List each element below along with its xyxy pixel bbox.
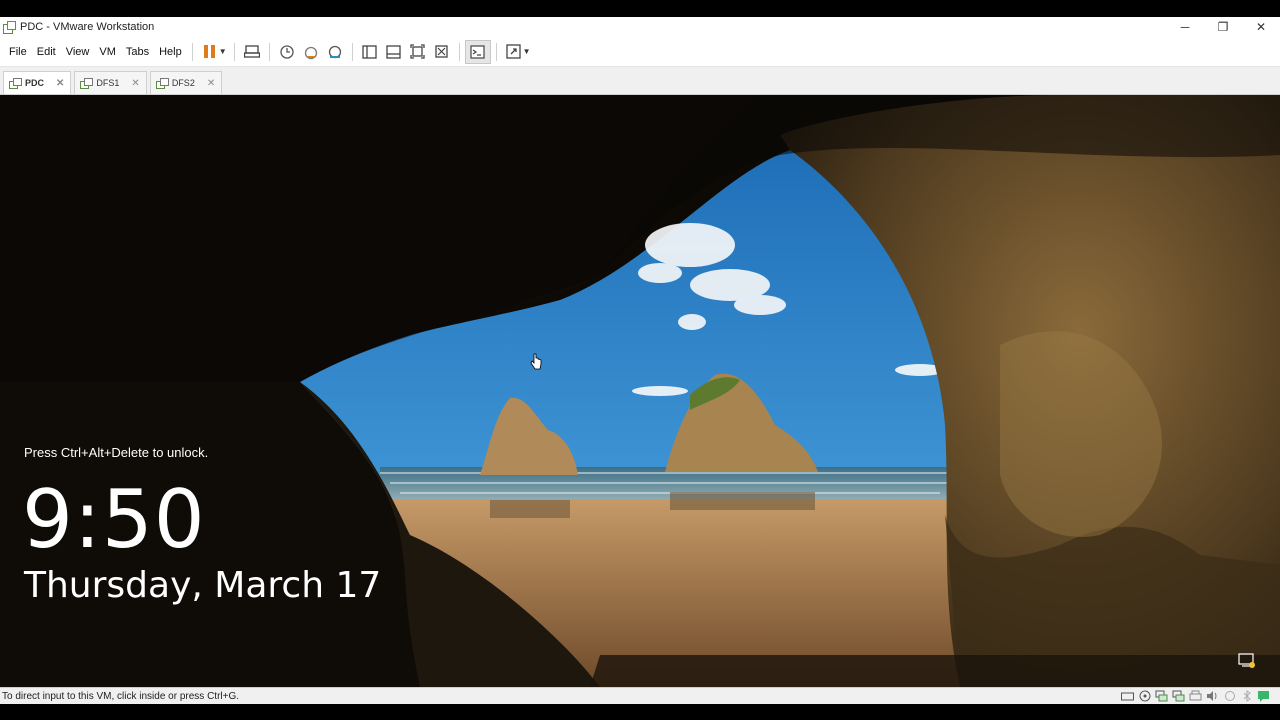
menu-bar: File Edit View VM Tabs Help ▼ ▼ (0, 37, 1280, 67)
tab-label: DFS2 (171, 78, 195, 88)
bottom-black-strip (0, 704, 1280, 720)
vm-icon (155, 77, 169, 89)
pause-dropdown-icon[interactable]: ▼ (219, 47, 227, 56)
menu-file[interactable]: File (4, 46, 32, 58)
tab-dfs1[interactable]: DFS1 ✕ (74, 71, 147, 94)
vm-tab-bar: PDC ✕ DFS1 ✕ DFS2 ✕ (0, 67, 1280, 95)
snapshot-manager-icon[interactable] (323, 41, 347, 63)
toolbar-separator (191, 42, 193, 61)
printer-icon[interactable] (1189, 690, 1202, 702)
close-tab-icon[interactable]: ✕ (56, 78, 64, 89)
tab-pdc[interactable]: PDC ✕ (3, 71, 72, 94)
close-tab-icon[interactable]: ✕ (131, 78, 139, 89)
full-screen-icon[interactable] (406, 41, 430, 63)
unity-icon[interactable] (430, 41, 454, 63)
vm-icon (80, 77, 94, 89)
toolbar-separator (268, 42, 270, 61)
menu-view[interactable]: View (61, 46, 95, 58)
send-ctrl-alt-del-icon[interactable] (240, 41, 264, 63)
toolbar-separator (233, 42, 235, 61)
close-tab-icon[interactable]: ✕ (207, 78, 215, 89)
window-title: PDC - VMware Workstation (20, 21, 155, 33)
tab-dfs2[interactable]: DFS2 ✕ (149, 71, 223, 94)
toolbar-separator (351, 42, 353, 61)
menu-help[interactable]: Help (154, 46, 187, 58)
title-bar: PDC - VMware Workstation ─ ❐ ✕ (0, 17, 1280, 37)
ease-of-access-icon[interactable] (1238, 653, 1256, 669)
toolbar-separator (458, 42, 460, 61)
lockscreen-time: 9:50 (22, 473, 206, 566)
close-button[interactable]: ✕ (1242, 17, 1280, 37)
vm-icon (9, 77, 22, 89)
stretch-dropdown-icon[interactable]: ▼ (523, 47, 531, 56)
message-icon[interactable] (1257, 690, 1270, 702)
menu-tabs[interactable]: Tabs (121, 46, 154, 58)
status-bar: To direct input to this VM, click inside… (0, 687, 1280, 705)
sound-icon[interactable] (1206, 690, 1219, 702)
minimize-button[interactable]: ─ (1166, 17, 1204, 37)
library-icon[interactable] (358, 41, 382, 63)
mouse-cursor-icon (530, 353, 542, 371)
toolbar-separator (495, 42, 497, 61)
vmware-app-icon (3, 20, 16, 34)
revert-snapshot-icon[interactable] (299, 41, 323, 63)
status-message: To direct input to this VM, click inside… (2, 691, 240, 702)
lockscreen-date: Thursday, March 17 (24, 565, 382, 606)
top-black-strip (0, 0, 1280, 17)
network2-icon[interactable] (1172, 690, 1185, 702)
menu-vm[interactable]: VM (94, 46, 121, 58)
network-icon[interactable] (1155, 690, 1168, 702)
restore-button[interactable]: ❐ (1204, 17, 1242, 37)
snapshot-icon[interactable] (275, 41, 299, 63)
bluetooth-icon[interactable] (1240, 690, 1253, 702)
tab-label: PDC (25, 78, 45, 88)
menu-edit[interactable]: Edit (32, 46, 61, 58)
cd-icon[interactable] (1138, 690, 1151, 702)
hard-disk-icon[interactable] (1121, 690, 1134, 702)
thumbnail-bar-icon[interactable] (382, 41, 406, 63)
tab-label: DFS1 (96, 78, 120, 88)
console-view-icon[interactable] (464, 39, 491, 64)
unlock-hint: Press Ctrl+Alt+Delete to unlock. (24, 445, 209, 460)
vm-console-screen[interactable]: Press Ctrl+Alt+Delete to unlock. 9:50 Th… (0, 95, 1280, 687)
usb-icon[interactable] (1223, 690, 1236, 702)
